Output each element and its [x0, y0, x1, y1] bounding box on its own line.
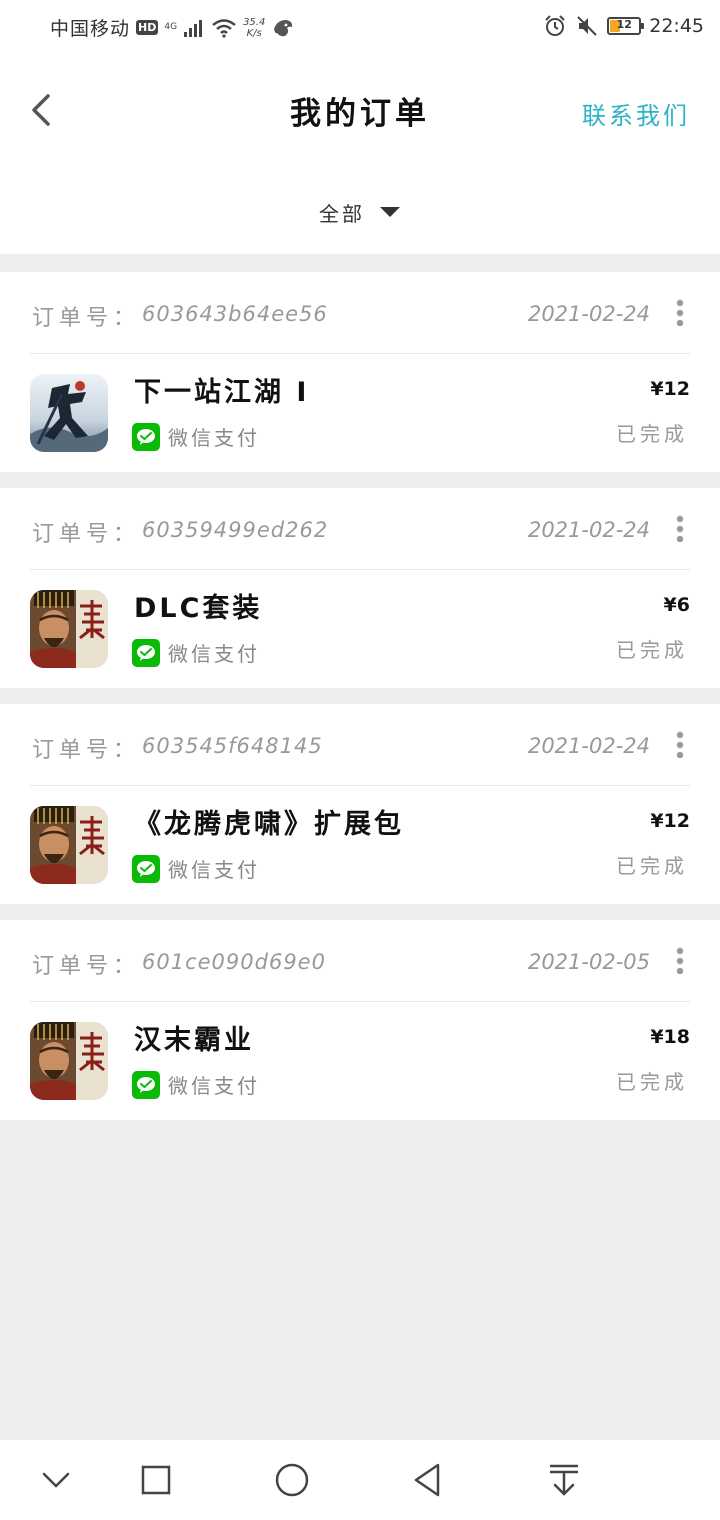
alarm-icon — [545, 15, 565, 36]
chevron-down-icon[interactable] — [36, 1460, 76, 1500]
order-card[interactable]: 订单号： 603643b64ee56 2021-02-24 下一站江湖 I 微信… — [0, 272, 720, 472]
order-card[interactable]: 订单号： 60359499ed262 2021-02-24 DLC套装 微信支付… — [0, 488, 720, 688]
wechat-pay-icon — [132, 422, 160, 451]
order-price: ¥18 — [650, 1026, 690, 1048]
order-number-label: 订单号： — [32, 954, 141, 979]
payment-method-label: 微信支付 — [168, 426, 260, 450]
order-date: 2021-02-24 — [527, 302, 650, 326]
order-date: 2021-02-05 — [527, 950, 650, 974]
battery-icon: 12 — [607, 17, 645, 35]
contact-us-link[interactable]: 联系我们 — [582, 96, 690, 131]
order-number-label: 订单号： — [32, 522, 141, 547]
order-number: 603545f648145 — [142, 734, 323, 758]
net-speed: 35.4 K/s — [243, 17, 265, 39]
payment-method: 微信支付 — [132, 854, 260, 883]
han-game-icon — [30, 590, 108, 668]
order-card[interactable]: 订单号： 603545f648145 2021-02-24 《龙腾虎啸》扩展包 — [0, 704, 720, 904]
clock: 22:45 — [649, 15, 704, 37]
app-header: 我的订单 联系我们 — [0, 60, 720, 160]
more-vertical-icon[interactable] — [670, 514, 690, 544]
more-vertical-icon[interactable] — [670, 946, 690, 976]
wifi-icon — [212, 18, 236, 38]
order-status: 已完成 — [616, 1070, 688, 1094]
status-bar: 中国移动 HD 4G 35.4 K/s 12 22:45 — [0, 0, 720, 60]
order-header: 订单号： 603545f648145 2021-02-24 — [30, 704, 690, 786]
recent-apps-icon[interactable] — [136, 1460, 176, 1500]
more-vertical-icon[interactable] — [670, 730, 690, 760]
order-number: 603643b64ee56 — [142, 302, 328, 326]
product-name: 《龙腾虎啸》扩展包 — [134, 809, 404, 840]
order-price: ¥6 — [663, 594, 690, 616]
order-date: 2021-02-24 — [527, 734, 650, 758]
battery-level: 12 — [616, 18, 632, 31]
wechat-pay-icon — [132, 638, 160, 667]
order-status: 已完成 — [616, 638, 688, 662]
home-icon[interactable] — [272, 1460, 312, 1500]
filter-selected: 全部 — [319, 201, 365, 226]
payment-method-label: 微信支付 — [168, 642, 260, 666]
payment-method: 微信支付 — [132, 1070, 260, 1099]
mute-icon — [577, 16, 597, 36]
more-vertical-icon[interactable] — [670, 298, 690, 328]
back-icon[interactable] — [408, 1460, 448, 1500]
order-header: 订单号： 603643b64ee56 2021-02-24 — [30, 272, 690, 354]
notification-pull-icon[interactable] — [544, 1460, 584, 1500]
order-header: 订单号： 601ce090d69e0 2021-02-05 — [30, 920, 690, 1002]
payment-method-label: 微信支付 — [168, 1074, 260, 1098]
order-price: ¥12 — [650, 378, 690, 400]
payment-method-label: 微信支付 — [168, 858, 260, 882]
order-price: ¥12 — [650, 810, 690, 832]
speed-value: 35.4 — [243, 16, 266, 28]
hd-badge: HD — [136, 20, 159, 35]
wechat-pay-icon — [132, 1070, 160, 1099]
order-card[interactable]: 订单号： 601ce090d69e0 2021-02-05 汉末霸业 微信支付 … — [0, 920, 720, 1120]
triangle-down-icon — [380, 207, 400, 217]
carrier-name: 中国移动 — [50, 18, 131, 40]
order-status: 已完成 — [616, 854, 688, 878]
product-name: DLC套装 — [134, 593, 263, 624]
app-notification-icon — [274, 19, 293, 36]
system-nav-bar — [0, 1440, 720, 1520]
order-number: 60359499ed262 — [142, 518, 329, 542]
han-game-icon — [30, 806, 108, 884]
order-list: 订单号： 603643b64ee56 2021-02-24 下一站江湖 I 微信… — [0, 272, 720, 1136]
order-filter-dropdown[interactable]: 全部 — [0, 190, 720, 234]
payment-method: 微信支付 — [132, 422, 260, 451]
order-date: 2021-02-24 — [527, 518, 650, 542]
signal-icon — [184, 19, 203, 37]
order-status: 已完成 — [616, 422, 688, 446]
speed-unit: K/s — [246, 27, 262, 39]
status-right: 12 22:45 — [543, 14, 704, 38]
order-number-label: 订单号： — [32, 738, 141, 763]
order-header: 订单号： 60359499ed262 2021-02-24 — [30, 488, 690, 570]
xia-game-icon — [30, 374, 108, 452]
order-number-label: 订单号： — [32, 306, 141, 331]
payment-method: 微信支付 — [132, 638, 260, 667]
product-name: 汉末霸业 — [134, 1025, 254, 1056]
wechat-pay-icon — [132, 854, 160, 883]
order-number: 601ce090d69e0 — [142, 950, 326, 974]
status-left: 中国移动 HD 4G 35.4 K/s — [50, 14, 295, 41]
product-name: 下一站江湖 I — [134, 377, 310, 408]
network-type: 4G — [164, 22, 178, 32]
han-game-icon — [30, 1022, 108, 1100]
